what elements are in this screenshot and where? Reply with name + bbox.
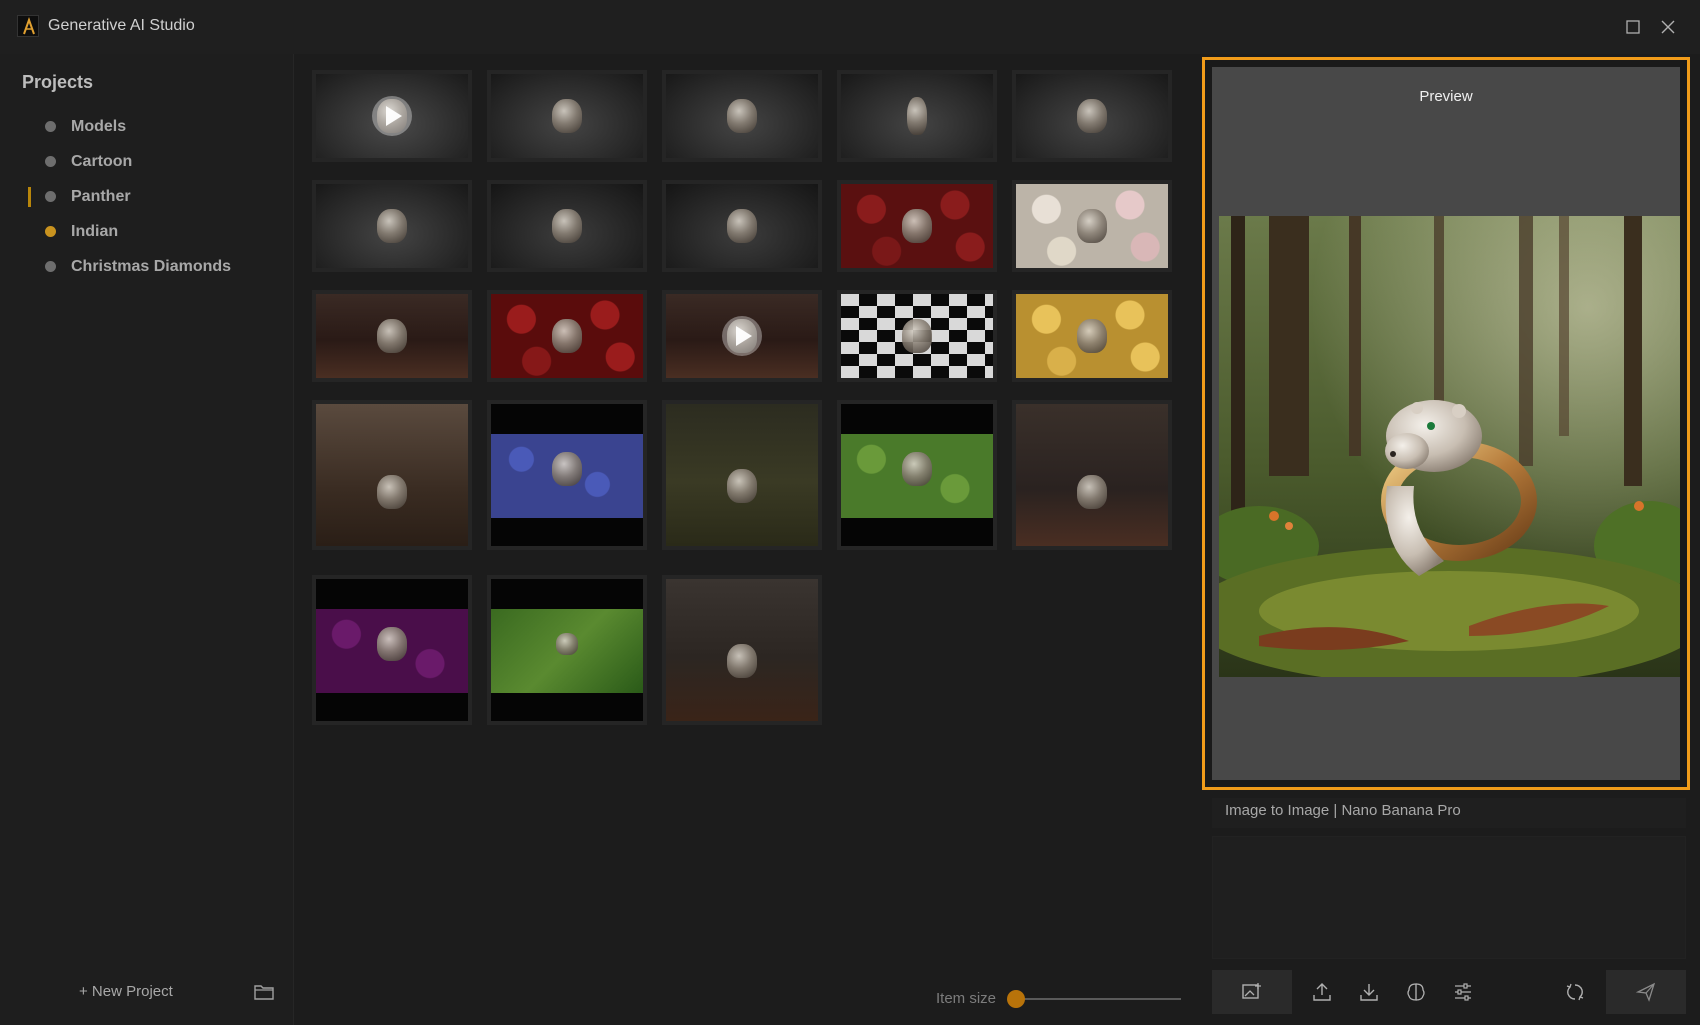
- ring-image: [552, 319, 582, 353]
- gallery-thumbnail[interactable]: [487, 400, 647, 550]
- gallery-thumbnail[interactable]: [1012, 290, 1172, 382]
- gallery-thumbnail[interactable]: [837, 180, 997, 272]
- app-title: Generative AI Studio: [48, 17, 195, 34]
- add-image-button[interactable]: [1212, 970, 1292, 1014]
- ring-image: [902, 209, 932, 243]
- ring-image: [552, 209, 582, 243]
- maximize-icon[interactable]: [1622, 16, 1644, 38]
- gallery-thumbnail[interactable]: [837, 290, 997, 382]
- refresh-icon: [1566, 983, 1584, 1001]
- projects-heading: Projects: [22, 72, 94, 92]
- regenerate-button[interactable]: [1555, 970, 1595, 1014]
- ring-image: [556, 633, 578, 656]
- ring-image: [907, 97, 927, 135]
- preview-title: Preview: [1419, 88, 1473, 105]
- project-item-indian[interactable]: Indian: [0, 214, 294, 249]
- compare-button[interactable]: [1396, 970, 1436, 1014]
- gallery-thumbnail[interactable]: [312, 290, 472, 382]
- project-item-panther[interactable]: Panther: [0, 179, 294, 214]
- gallery-thumbnail[interactable]: [312, 180, 472, 272]
- image-add-icon: [1242, 983, 1261, 999]
- prompt-input[interactable]: [1212, 836, 1686, 959]
- upload-icon: [1313, 983, 1331, 1001]
- gallery-thumbnail[interactable]: [487, 575, 647, 725]
- project-item-christmas-diamonds[interactable]: Christmas Diamonds: [0, 249, 294, 284]
- ring-image: [727, 209, 757, 243]
- gallery-thumbnail[interactable]: [312, 575, 472, 725]
- ring-image: [552, 99, 582, 133]
- project-dot-icon: [45, 261, 56, 272]
- ring-image: [902, 452, 932, 487]
- new-project-button[interactable]: + New Project: [79, 983, 173, 1000]
- close-icon[interactable]: [1657, 16, 1679, 38]
- preview-image[interactable]: [1219, 216, 1680, 677]
- settings-button[interactable]: [1443, 970, 1483, 1014]
- gallery-thumbnail[interactable]: [837, 70, 997, 162]
- gallery-thumbnail[interactable]: [662, 70, 822, 162]
- gallery-thumbnail[interactable]: [1012, 70, 1172, 162]
- project-dot-icon: [45, 191, 56, 202]
- send-button[interactable]: [1606, 970, 1686, 1014]
- generation-mode[interactable]: Image to Image | Nano Banana Pro: [1212, 798, 1686, 828]
- project-dot-icon: [45, 121, 56, 132]
- ring-image: [552, 452, 582, 487]
- sliders-icon: [1455, 983, 1471, 1001]
- project-dot-icon: [45, 156, 56, 167]
- project-dot-icon: [45, 226, 56, 237]
- ring-image: [727, 644, 757, 679]
- gallery-thumbnail[interactable]: [662, 180, 822, 272]
- project-label: Cartoon: [71, 152, 133, 170]
- preview-canvas: Preview: [1212, 67, 1680, 780]
- gallery-thumbnail[interactable]: [487, 290, 647, 382]
- ring-image: [1077, 319, 1107, 353]
- brain-icon: [1407, 983, 1425, 1001]
- gallery-thumbnail[interactable]: [1012, 400, 1172, 550]
- upload-button[interactable]: [1302, 970, 1342, 1014]
- project-item-models[interactable]: Models: [0, 109, 294, 144]
- app-logo-icon: [17, 15, 39, 37]
- gallery-thumbnail[interactable]: [1012, 180, 1172, 272]
- ring-image: [377, 319, 407, 353]
- project-list: Models Cartoon Panther Indian Christmas …: [0, 109, 294, 284]
- send-icon: [1635, 982, 1656, 1002]
- download-icon: [1360, 984, 1378, 1001]
- ring-image: [377, 627, 407, 662]
- ring-image: [902, 319, 932, 353]
- item-size-label: Item size: [936, 990, 997, 1007]
- item-size-slider-handle[interactable]: [1007, 990, 1025, 1008]
- gallery-thumbnail[interactable]: [662, 400, 822, 550]
- image-gallery: [312, 70, 1182, 790]
- projects-sidebar: Projects Models Cartoon Panther Indian C…: [0, 54, 294, 1025]
- ring-image: [377, 475, 407, 510]
- gallery-thumbnail[interactable]: [487, 70, 647, 162]
- title-bar: Generative AI Studio: [0, 0, 1700, 54]
- ring-image: [727, 99, 757, 133]
- generation-toolbar: [1212, 970, 1686, 1014]
- gallery-thumbnail[interactable]: [312, 400, 472, 550]
- play-icon[interactable]: [722, 316, 762, 356]
- ring-image: [1077, 209, 1107, 243]
- gallery-thumbnail[interactable]: [837, 400, 997, 550]
- ring-image: [1077, 475, 1107, 510]
- project-label: Indian: [71, 222, 119, 240]
- download-button[interactable]: [1349, 970, 1389, 1014]
- gallery-thumbnail[interactable]: [662, 575, 822, 725]
- preview-panel: Preview: [1202, 57, 1690, 790]
- project-label: Christmas Diamonds: [71, 257, 232, 275]
- gallery-thumbnail[interactable]: [662, 290, 822, 382]
- project-label: Models: [71, 117, 127, 135]
- app-window: Generative AI Studio Projects Models Car…: [0, 0, 1700, 1025]
- project-item-cartoon[interactable]: Cartoon: [0, 144, 294, 179]
- folder-icon[interactable]: [254, 983, 274, 1001]
- project-label: Panther: [71, 187, 131, 205]
- play-icon[interactable]: [372, 96, 412, 136]
- gallery-thumbnail[interactable]: [487, 180, 647, 272]
- item-size-slider-track[interactable]: [1012, 998, 1181, 1000]
- ring-image: [727, 469, 757, 504]
- gallery-thumbnail[interactable]: [312, 70, 472, 162]
- active-indicator: [28, 187, 31, 207]
- ring-image: [377, 209, 407, 243]
- ring-image: [1077, 99, 1107, 133]
